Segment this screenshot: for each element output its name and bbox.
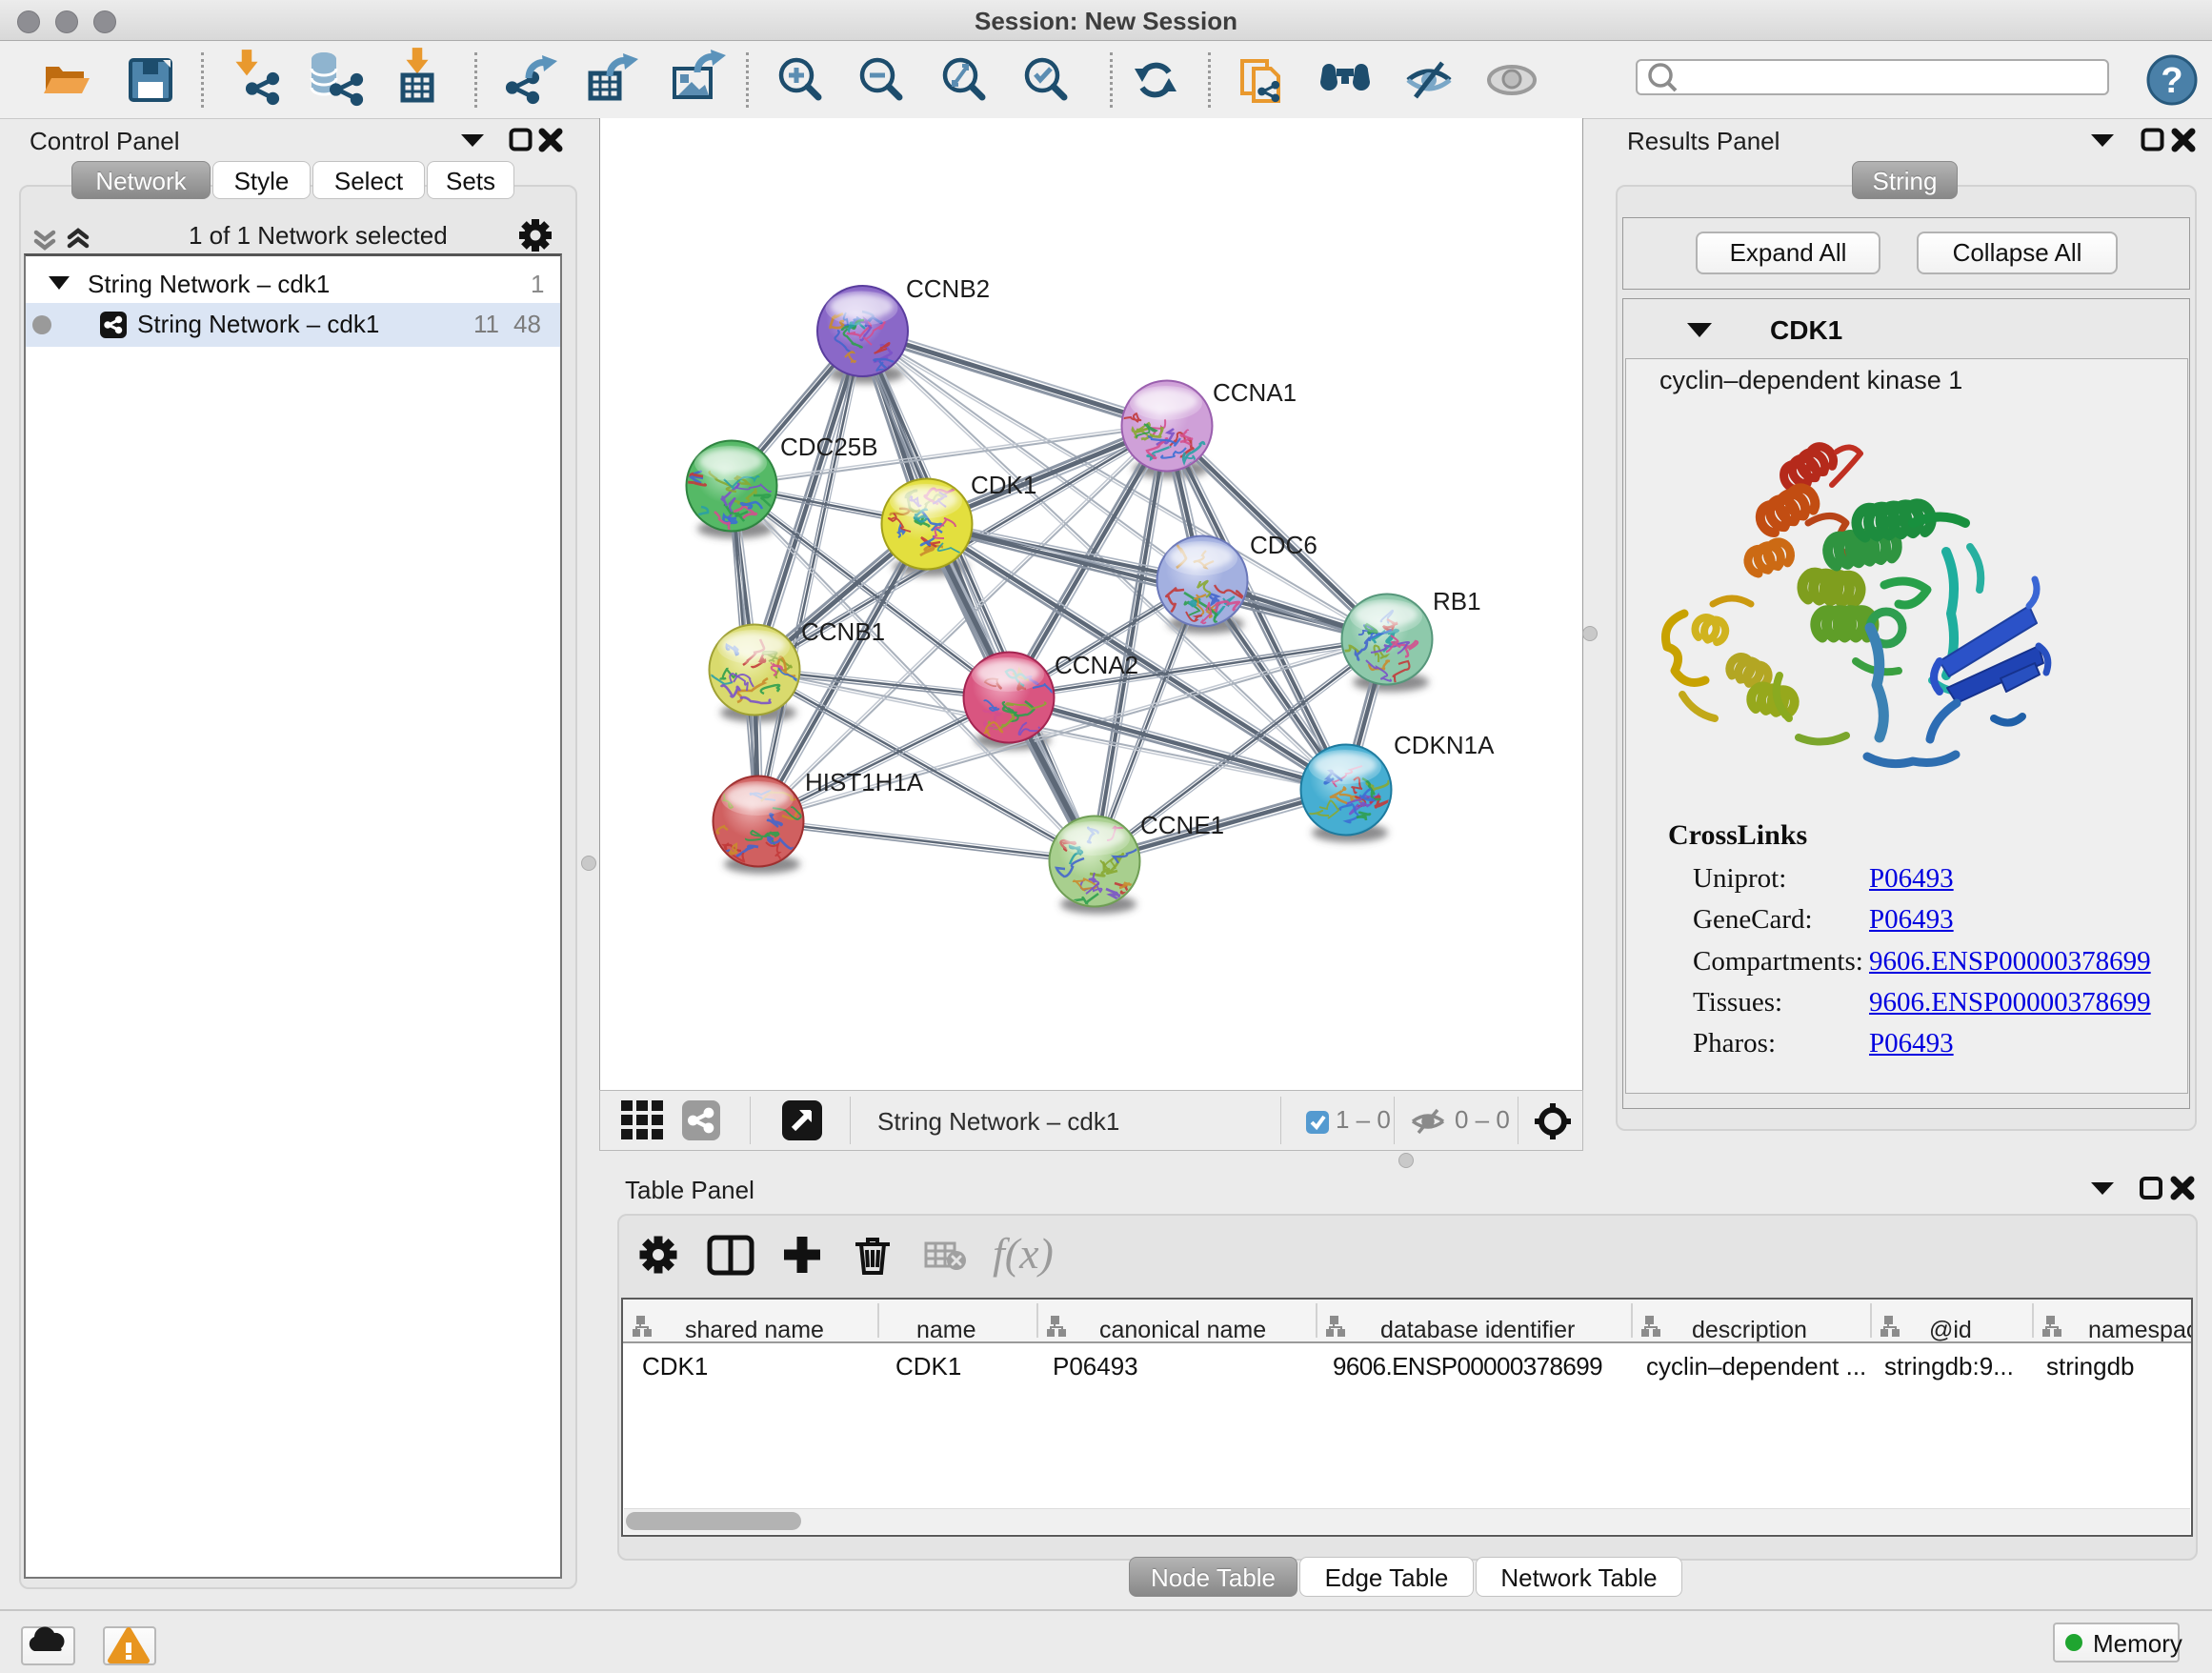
svg-text:CCNA2: CCNA2 (1055, 651, 1138, 679)
svg-text:CCNA1: CCNA1 (1213, 378, 1297, 407)
svg-text:f(x): f(x) (993, 1229, 1054, 1278)
svg-text:?: ? (2161, 61, 2182, 101)
svg-text:CDC6: CDC6 (1250, 531, 1317, 559)
svg-text:CDK1: CDK1 (971, 471, 1036, 499)
svg-text:CDKN1A: CDKN1A (1394, 731, 1495, 759)
svg-text:name: name (916, 1317, 976, 1341)
svg-text:HIST1H1A: HIST1H1A (805, 768, 924, 796)
svg-text:database identifier: database identifier (1380, 1317, 1575, 1341)
svg-text:@id: @id (1929, 1317, 1972, 1341)
svg-text:canonical name: canonical name (1099, 1317, 1266, 1341)
svg-text:CDC25B: CDC25B (780, 433, 878, 461)
svg-text:CCNB2: CCNB2 (906, 274, 990, 303)
svg-text:RB1: RB1 (1433, 587, 1481, 615)
svg-text:description: description (1692, 1317, 1807, 1341)
svg-text:namespace: namespace (2088, 1317, 2191, 1341)
svg-text:CCNE1: CCNE1 (1140, 811, 1224, 839)
svg-text:shared name: shared name (685, 1317, 824, 1341)
svg-text:CCNB1: CCNB1 (801, 617, 885, 646)
